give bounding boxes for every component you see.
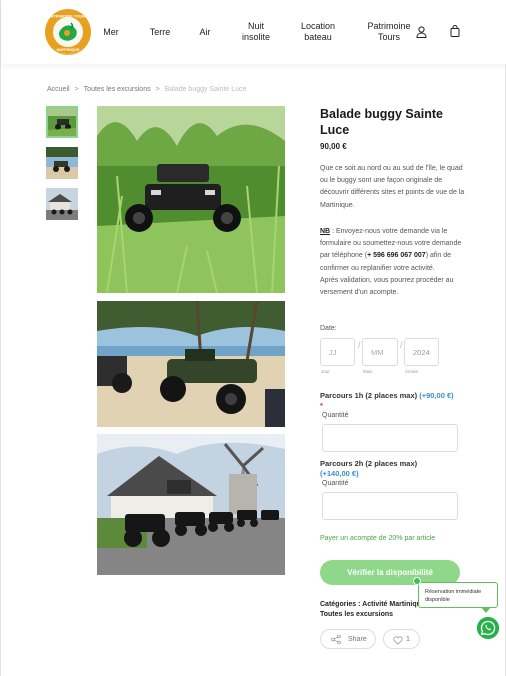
- breadcrumb-separator: >: [74, 86, 79, 93]
- tooltip-status-dot: [413, 577, 421, 585]
- like-button[interactable]: 1: [383, 629, 420, 649]
- photo-buggy-grass: [97, 106, 285, 293]
- share-icon: [331, 635, 341, 644]
- option-1-name: Parcours 1h (2 places max): [320, 391, 418, 400]
- quads-on-beach-image: [97, 301, 285, 427]
- thumbnail-1[interactable]: [46, 106, 78, 138]
- nav-nuit-insolite[interactable]: Nuit insolite: [235, 21, 277, 43]
- note-after: Après validation, vous pourrez procéder …: [320, 276, 454, 297]
- nav-terre[interactable]: Terre: [145, 27, 175, 38]
- option-1-qty-label: Quantité: [322, 412, 349, 419]
- breadcrumb: Accueil > Toutes les excursions > Balade bug…: [47, 86, 246, 93]
- option-1-title: Parcours 1h (2 places max) (+90,00 €) *: [320, 391, 470, 411]
- windmill-and-quads-image: [97, 434, 285, 575]
- share-button[interactable]: Share: [320, 629, 376, 649]
- year-sublabel: Année: [405, 369, 419, 374]
- whatsapp-icon: [477, 617, 499, 639]
- booking-tooltip[interactable]: Réservation immédiate disponible: [418, 582, 498, 608]
- product-title: Balade buggy Sainte Luce: [320, 107, 443, 137]
- month-sublabel: Mois: [363, 369, 373, 374]
- option-2-quantity-input[interactable]: [322, 492, 458, 520]
- month-field[interactable]: MM: [362, 338, 398, 366]
- option-1-quantity-input[interactable]: [322, 424, 458, 452]
- option-2-price: (+140,00 €): [320, 469, 359, 478]
- product-note: NB : Envoyez-nous votre demande via le f…: [320, 226, 466, 299]
- thumbnail-buggy-grass-image: [48, 108, 76, 136]
- thumbnail-2[interactable]: [46, 147, 78, 179]
- whatsapp-button[interactable]: [477, 617, 499, 639]
- breadcrumb-home[interactable]: Accueil: [47, 86, 70, 93]
- product-description: Que ce soit au nord ou au sud de l'île, …: [320, 165, 465, 209]
- like-count: 1: [406, 636, 410, 643]
- day-field[interactable]: JJ: [320, 338, 355, 366]
- date-label: Date:: [320, 325, 337, 332]
- svg-text:MARTINIQUE: MARTINIQUE: [57, 48, 80, 52]
- photo-windmill-quads: [97, 434, 285, 575]
- date-separator: /: [400, 340, 403, 350]
- option-1-price: (+90,00 €): [419, 391, 454, 400]
- user-icon[interactable]: [416, 26, 427, 38]
- option-2-title: Parcours 2h (2 places max) (+140,00 €): [320, 459, 470, 479]
- day-sublabel: Jour: [321, 369, 330, 374]
- logo-emblem-icon: PATRIMOINE TOURS MARTINIQUE: [46, 10, 90, 54]
- breadcrumb-separator: >: [155, 86, 160, 93]
- cart-icon[interactable]: [450, 25, 460, 37]
- deposit-note: Payer un acompte de 20% par article: [320, 535, 436, 542]
- share-label: Share: [348, 636, 367, 643]
- tooltip-arrow: [481, 607, 491, 613]
- heart-icon: [393, 636, 403, 645]
- nav-location-bateau[interactable]: Location bateau: [295, 21, 341, 43]
- product-categories: Catégories : Activité Martinique, Toutes…: [320, 601, 427, 618]
- option-2-name: Parcours 2h (2 places max): [320, 459, 418, 468]
- option-2-qty-label: Quantité: [322, 480, 349, 487]
- date-separator: /: [358, 340, 361, 350]
- page: PATRIMOINE TOURS MARTINIQUE Mer Terre Ai…: [0, 0, 506, 676]
- site-header: PATRIMOINE TOURS MARTINIQUE Mer Terre Ai…: [1, 0, 506, 64]
- breadcrumb-parent[interactable]: Toutes les excursions: [84, 86, 151, 93]
- site-logo[interactable]: PATRIMOINE TOURS MARTINIQUE: [45, 9, 91, 55]
- year-field[interactable]: 2024: [404, 338, 439, 366]
- note-label: NB: [320, 228, 331, 235]
- thumbnail-windmill-image: [46, 188, 78, 220]
- thumbnail-3[interactable]: [46, 188, 78, 220]
- buggy-in-grass-image: [97, 106, 285, 293]
- breadcrumb-current: Balade buggy Sainte Luce: [164, 86, 247, 93]
- nav-patrimoine-tours[interactable]: Patrimoine Tours: [363, 21, 415, 43]
- product-price: 90,00 €: [320, 142, 347, 151]
- note-phone[interactable]: + 596 696 067 007: [367, 252, 426, 259]
- svg-text:PATRIMOINE TOURS: PATRIMOINE TOURS: [48, 14, 88, 19]
- required-marker: *: [320, 401, 323, 410]
- photo-quads-beach: [97, 301, 285, 427]
- thumbnail-quads-beach-image: [46, 147, 78, 179]
- nav-mer[interactable]: Mer: [99, 27, 123, 38]
- nav-air[interactable]: Air: [195, 27, 215, 38]
